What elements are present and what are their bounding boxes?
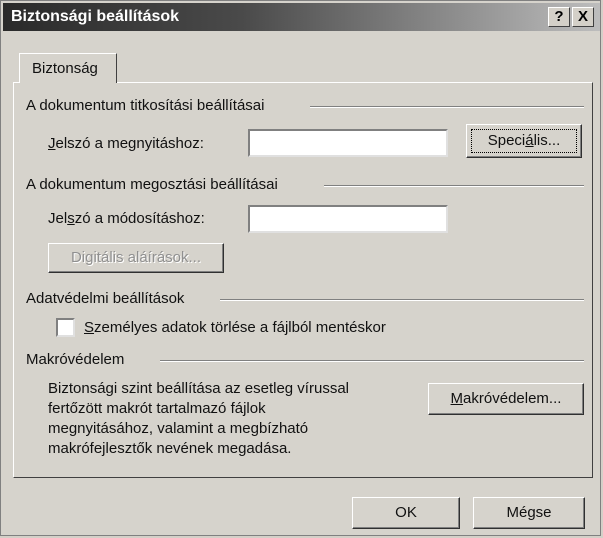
privacy-section-title: Adatvédelmi beállítások: [26, 290, 185, 307]
remove-personal-info-checkbox[interactable]: [56, 318, 75, 337]
modify-password-label: Jelszó a módosításhoz:: [48, 210, 205, 227]
macro-section-title: Makróvédelem: [26, 351, 125, 368]
encryption-section-title: A dokumentum titkosítási beállításai: [26, 97, 265, 114]
tab-biztonsag[interactable]: Biztonság: [19, 53, 117, 83]
security-dialog: Biztonsági beállítások ? X Biztonság A d…: [0, 0, 601, 536]
macro-security-button-label: Makróvédelem...: [450, 390, 562, 407]
ok-button-label: OK: [395, 504, 417, 521]
macro-description-line: megnyitásához, valamint a megbízható: [48, 420, 309, 437]
modify-password-input[interactable]: [248, 205, 448, 233]
digital-signatures-label: Digitális aláírások...: [70, 249, 202, 266]
macro-description-line: fertőzött makrót tartalmazó fájlok: [48, 400, 266, 417]
encryption-divider: [310, 106, 584, 108]
tab-label: Biztonság: [32, 60, 98, 77]
window-title: Biztonsági beállítások: [11, 8, 180, 25]
tab-panel: A dokumentum titkosítási beállításai Jel…: [13, 82, 593, 478]
ok-button[interactable]: OK: [352, 497, 460, 529]
macro-security-button[interactable]: Makróvédelem...: [428, 383, 584, 415]
close-button[interactable]: X: [572, 7, 594, 27]
macro-description-line: makrófejlesztők nevének megadása.: [48, 440, 292, 457]
macro-description: Biztonsági szint beállítása az esetleg v…: [48, 379, 349, 459]
remove-personal-info-label[interactable]: Személyes adatok törlése a fájlból menté…: [84, 319, 386, 336]
sharing-divider: [324, 185, 584, 187]
focus-ring: [471, 129, 577, 153]
open-password-label: Jelszó a megnyitáshoz:: [48, 135, 204, 152]
macro-divider: [160, 360, 584, 362]
digital-signatures-button[interactable]: Digitális aláírások...: [48, 243, 224, 273]
macro-description-line: Biztonsági szint beállítása az esetleg v…: [48, 380, 349, 397]
sharing-section-title: A dokumentum megosztási beállításai: [26, 176, 278, 193]
cancel-button-label: Mégse: [506, 504, 552, 521]
open-password-input[interactable]: [248, 129, 448, 157]
help-button[interactable]: ?: [548, 7, 570, 27]
title-bar[interactable]: Biztonsági beállítások ? X: [3, 3, 600, 31]
advanced-button[interactable]: Speciális...: [466, 124, 582, 158]
privacy-divider: [220, 299, 584, 301]
cancel-button[interactable]: Mégse: [473, 497, 585, 529]
